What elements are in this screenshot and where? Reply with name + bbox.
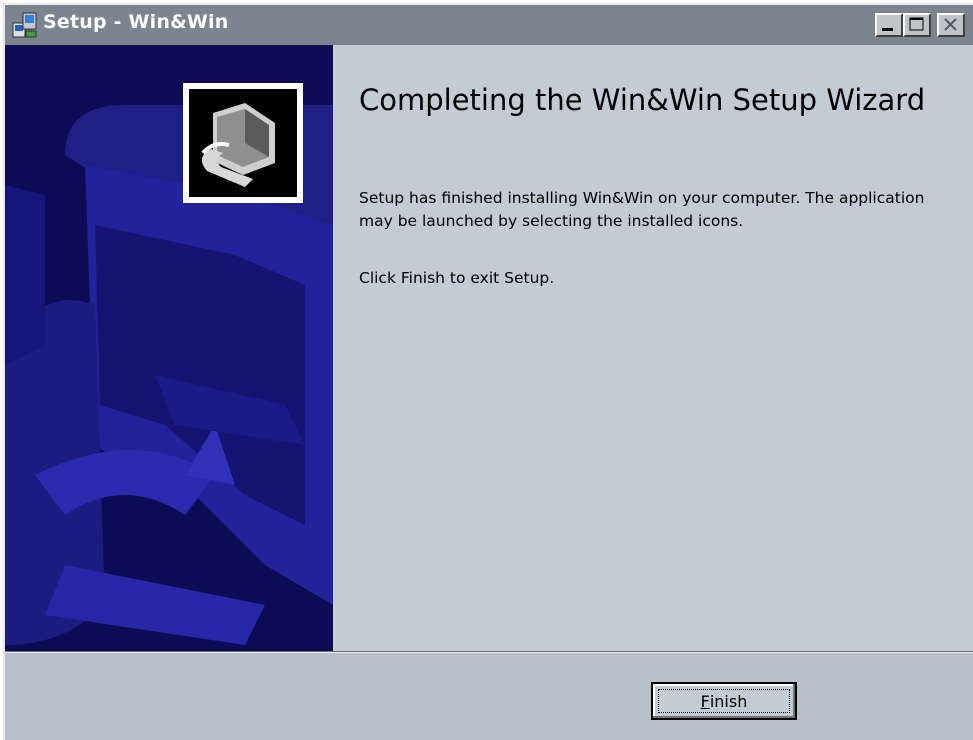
- minimize-button[interactable]: [875, 13, 903, 37]
- close-icon: [944, 18, 957, 31]
- title-bar[interactable]: Setup - Win&Win: [5, 5, 973, 45]
- minimize-icon: [882, 28, 893, 31]
- focus-rectangle: Finish: [658, 689, 790, 713]
- finish-button[interactable]: Finish: [651, 682, 797, 720]
- wizard-banner: [5, 45, 333, 651]
- wizard-heading: Completing the Win&Win Setup Wizard: [359, 83, 926, 117]
- window-title: Setup - Win&Win: [43, 11, 229, 33]
- wizard-footer: Finish: [5, 653, 973, 740]
- maximize-icon: [909, 17, 924, 31]
- finished-message: Setup has finished installing Win&Win on…: [359, 189, 925, 230]
- maximize-button[interactable]: [903, 13, 931, 37]
- setup-window: Setup - Win&Win Completing the Win&Win S…: [3, 3, 973, 740]
- wizard-content: Completing the Win&Win Setup Wizard Setu…: [333, 45, 973, 651]
- close-button[interactable]: [937, 13, 965, 37]
- setup-icon[interactable]: [12, 11, 38, 39]
- finish-mnemonic: F: [700, 691, 710, 711]
- finish-label: inish: [709, 691, 748, 711]
- exit-instruction: Click Finish to exit Setup.: [359, 269, 555, 287]
- computer-install-icon: [183, 83, 303, 203]
